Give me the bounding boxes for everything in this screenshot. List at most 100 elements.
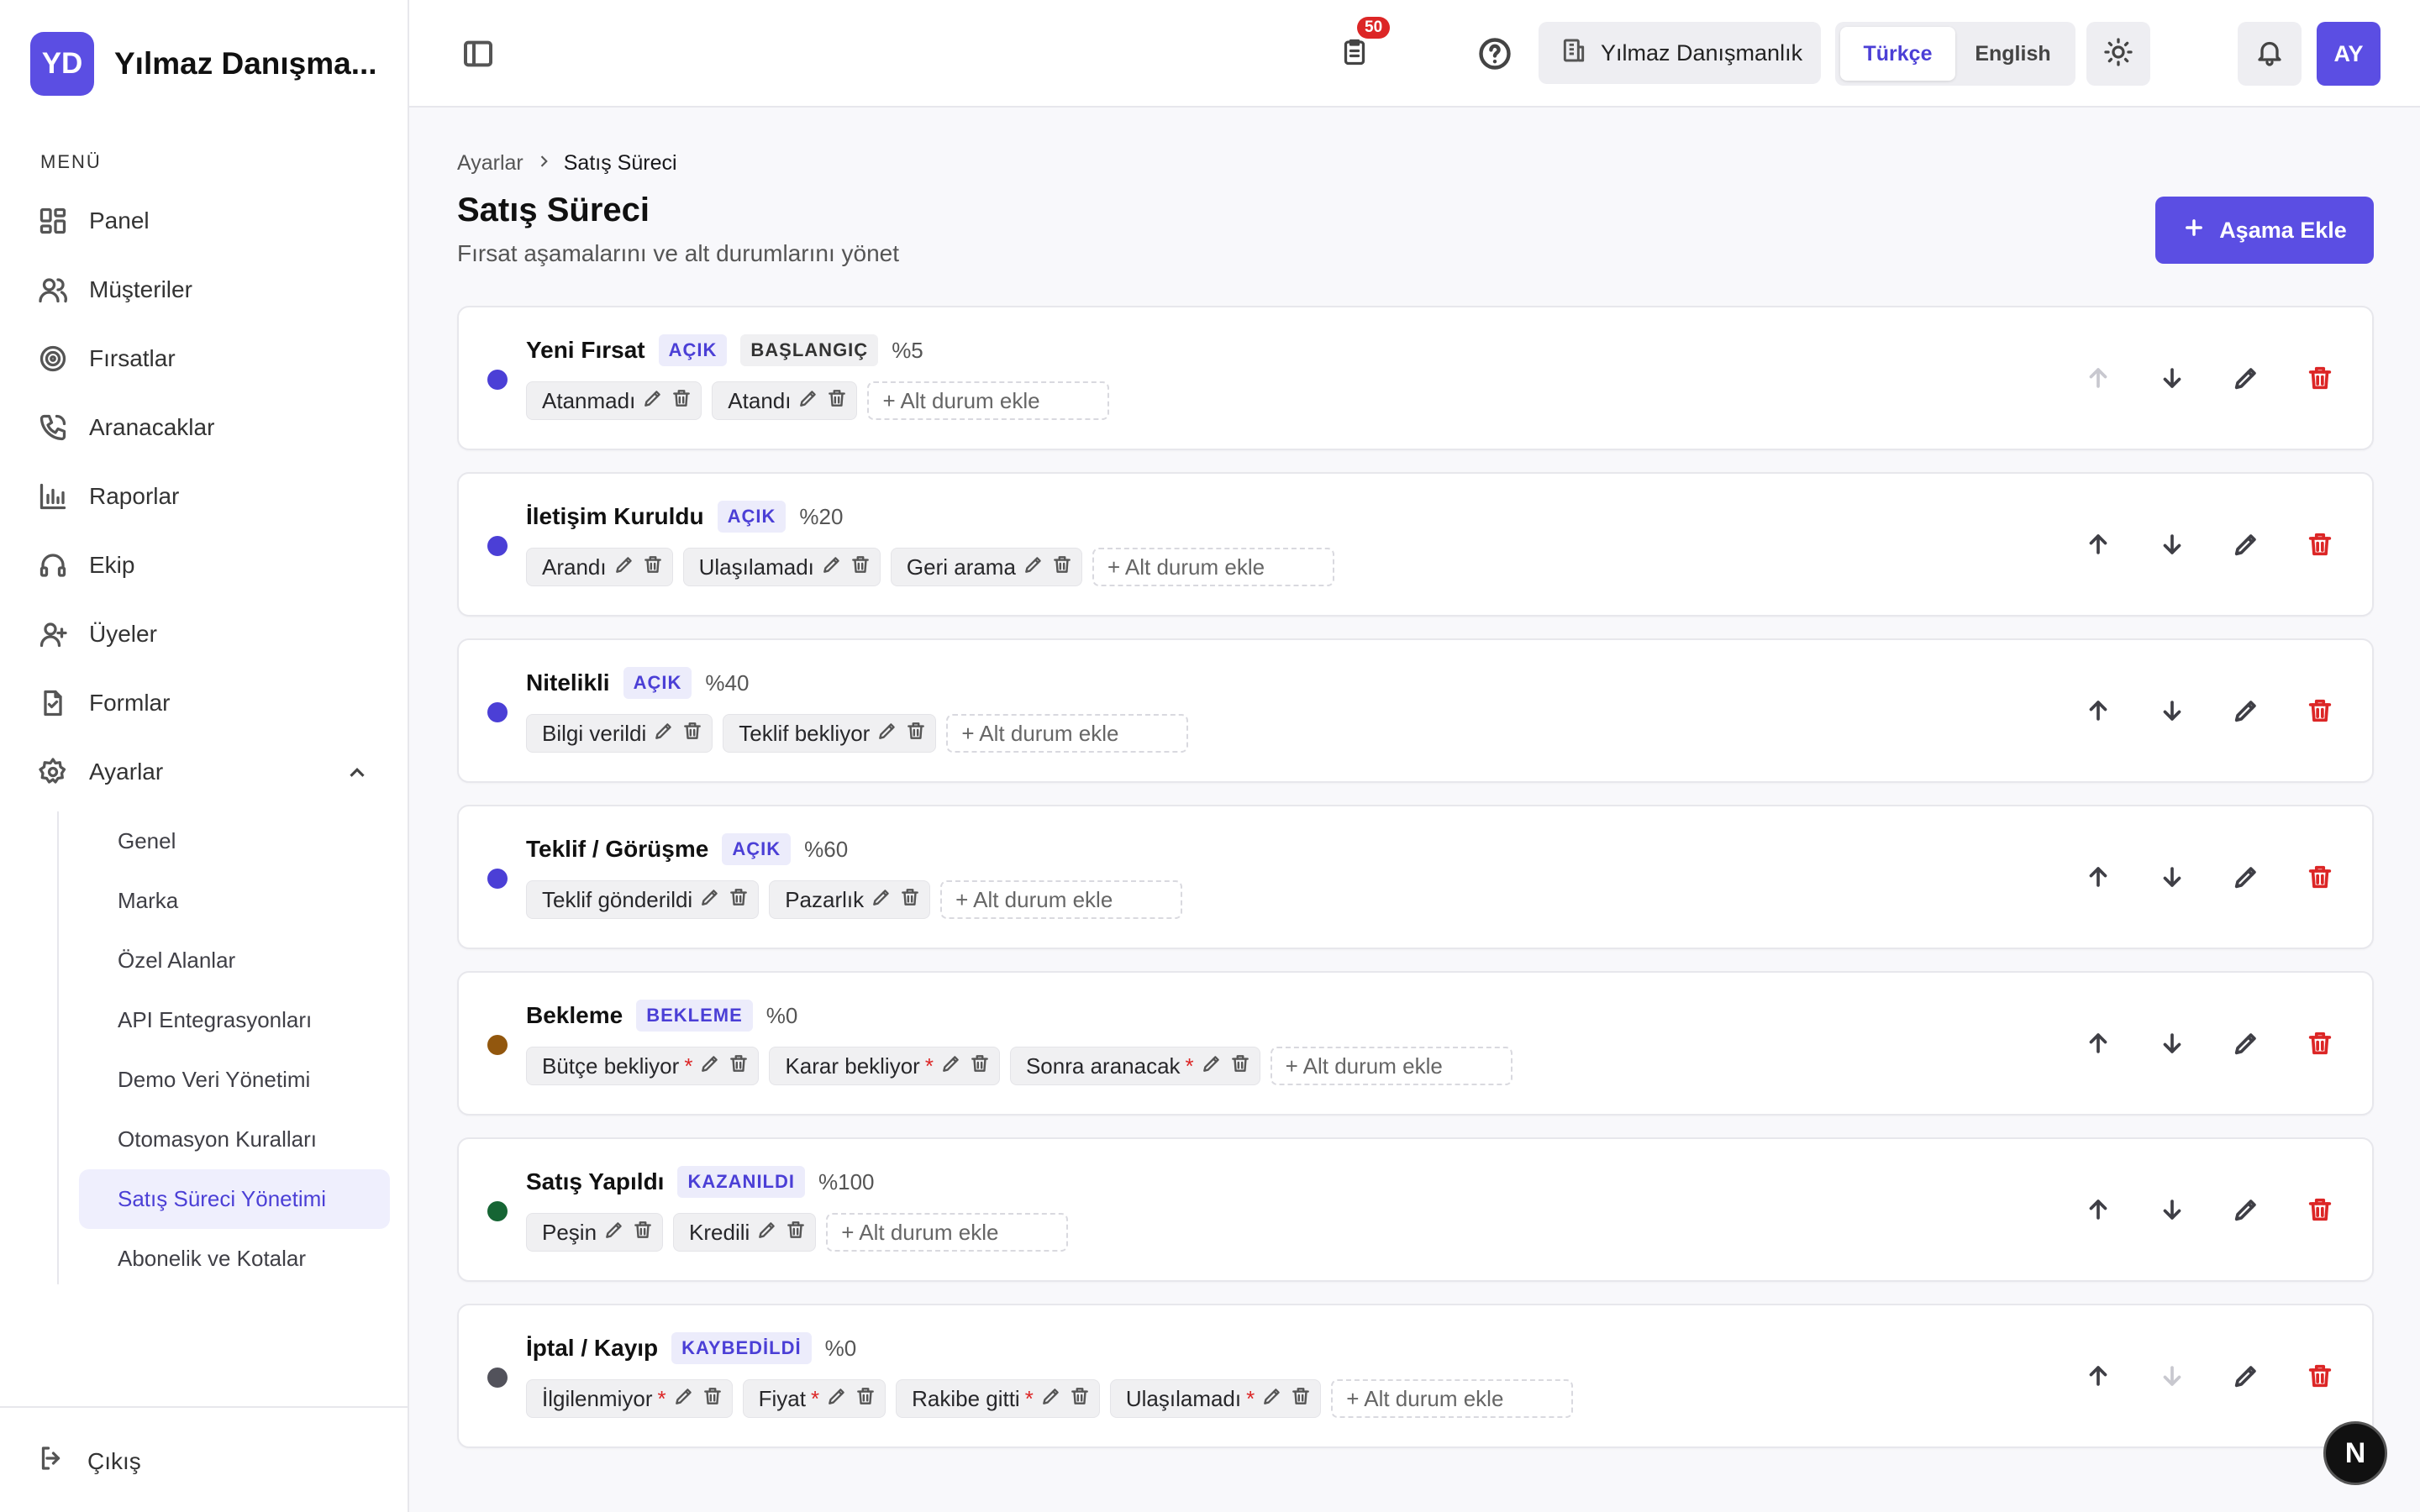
pencil-icon[interactable] xyxy=(603,1219,625,1247)
trash-icon[interactable] xyxy=(728,886,750,914)
logout-button[interactable]: Çıkış xyxy=(37,1443,141,1479)
settings-subitem[interactable]: Genel xyxy=(79,811,390,871)
trash-icon[interactable] xyxy=(1051,554,1073,581)
trash-icon[interactable] xyxy=(702,1385,723,1413)
trash-icon[interactable] xyxy=(850,554,871,581)
settings-subitem[interactable]: Özel Alanlar xyxy=(79,931,390,990)
trash-icon[interactable] xyxy=(785,1219,807,1247)
breadcrumb-parent[interactable]: Ayarlar xyxy=(457,151,523,176)
edit-stage-icon[interactable] xyxy=(2229,860,2263,894)
pencil-icon[interactable] xyxy=(699,1053,721,1080)
sidebar-item-8[interactable]: Formlar xyxy=(37,669,381,738)
settings-subitem[interactable]: Marka xyxy=(79,871,390,931)
delete-stage-icon[interactable] xyxy=(2303,528,2337,561)
floating-n-button[interactable]: N xyxy=(2323,1421,2387,1485)
trash-icon[interactable] xyxy=(855,1385,876,1413)
arrow-down-icon[interactable] xyxy=(2155,694,2189,727)
trash-icon[interactable] xyxy=(1290,1385,1312,1413)
chevron-up-icon[interactable] xyxy=(345,760,370,791)
delete-stage-icon[interactable] xyxy=(2303,1193,2337,1226)
settings-subitem[interactable]: Abonelik ve Kotalar xyxy=(79,1229,390,1289)
settings-subitem[interactable]: API Entegrasyonları xyxy=(79,990,390,1050)
delete-stage-icon[interactable] xyxy=(2303,1026,2337,1060)
sidebar-item-1[interactable]: Panel xyxy=(37,186,381,255)
add-substatus-input[interactable]: + Alt durum ekle xyxy=(867,381,1110,420)
arrow-up-icon[interactable] xyxy=(2081,1359,2115,1393)
arrow-up-icon[interactable] xyxy=(2081,528,2115,561)
pencil-icon[interactable] xyxy=(797,387,819,415)
trash-icon[interactable] xyxy=(826,387,848,415)
sidebar-item-4[interactable]: Aranacaklar xyxy=(37,393,381,462)
lang-tr-button[interactable]: Türkçe xyxy=(1840,27,1955,81)
trash-icon[interactable] xyxy=(899,886,921,914)
add-substatus-input[interactable]: + Alt durum ekle xyxy=(826,1213,1069,1252)
trash-icon[interactable] xyxy=(905,720,927,748)
sidebar-item-6[interactable]: Ekip xyxy=(37,531,381,600)
lang-en-button[interactable]: English xyxy=(1955,27,2070,81)
arrow-up-icon[interactable] xyxy=(2081,860,2115,894)
edit-stage-icon[interactable] xyxy=(2229,694,2263,727)
edit-stage-icon[interactable] xyxy=(2229,361,2263,395)
settings-subitem[interactable]: Demo Veri Yönetimi xyxy=(79,1050,390,1110)
sidebar-toggle-icon[interactable] xyxy=(461,37,495,71)
pencil-icon[interactable] xyxy=(1201,1053,1223,1080)
pencil-icon[interactable] xyxy=(821,554,843,581)
add-stage-button[interactable]: Aşama Ekle xyxy=(2155,197,2374,264)
delete-stage-icon[interactable] xyxy=(2303,361,2337,395)
add-substatus-input[interactable]: + Alt durum ekle xyxy=(1331,1379,1574,1418)
pencil-icon[interactable] xyxy=(699,886,721,914)
arrow-up-icon[interactable] xyxy=(2081,694,2115,727)
arrow-up-icon[interactable] xyxy=(2081,1026,2115,1060)
delete-stage-icon[interactable] xyxy=(2303,860,2337,894)
trash-icon[interactable] xyxy=(671,387,692,415)
pencil-icon[interactable] xyxy=(876,720,898,748)
trash-icon[interactable] xyxy=(969,1053,991,1080)
help-icon[interactable] xyxy=(1476,35,1513,72)
theme-toggle-button[interactable] xyxy=(2086,22,2150,86)
pencil-icon[interactable] xyxy=(673,1385,695,1413)
trash-icon[interactable] xyxy=(1069,1385,1091,1413)
organization-button[interactable]: Yılmaz Danışmanlık xyxy=(1539,22,1821,84)
add-substatus-input[interactable]: + Alt durum ekle xyxy=(1092,548,1334,586)
pencil-icon[interactable] xyxy=(642,387,664,415)
arrow-up-icon[interactable] xyxy=(2081,361,2115,395)
trash-icon[interactable] xyxy=(642,554,664,581)
sidebar-item-3[interactable]: Fırsatlar xyxy=(37,324,381,393)
trash-icon[interactable] xyxy=(681,720,703,748)
settings-subitem[interactable]: Otomasyon Kuralları xyxy=(79,1110,390,1169)
edit-stage-icon[interactable] xyxy=(2229,1026,2263,1060)
pencil-icon[interactable] xyxy=(613,554,635,581)
arrow-down-icon[interactable] xyxy=(2155,860,2189,894)
edit-stage-icon[interactable] xyxy=(2229,1193,2263,1226)
sidebar-item-5[interactable]: Raporlar xyxy=(37,462,381,531)
edit-stage-icon[interactable] xyxy=(2229,1359,2263,1393)
arrow-down-icon[interactable] xyxy=(2155,1359,2189,1393)
pencil-icon[interactable] xyxy=(756,1219,778,1247)
trash-icon[interactable] xyxy=(1229,1053,1251,1080)
arrow-down-icon[interactable] xyxy=(2155,528,2189,561)
arrow-down-icon[interactable] xyxy=(2155,361,2189,395)
arrow-up-icon[interactable] xyxy=(2081,1193,2115,1226)
trash-icon[interactable] xyxy=(632,1219,654,1247)
delete-stage-icon[interactable] xyxy=(2303,694,2337,727)
pencil-icon[interactable] xyxy=(1023,554,1044,581)
add-substatus-input[interactable]: + Alt durum ekle xyxy=(940,880,1183,919)
arrow-down-icon[interactable] xyxy=(2155,1026,2189,1060)
pencil-icon[interactable] xyxy=(1261,1385,1283,1413)
sidebar-item-2[interactable]: Müşteriler xyxy=(37,255,381,324)
sidebar-item-9[interactable]: Ayarlar xyxy=(37,738,381,806)
trash-icon[interactable] xyxy=(728,1053,750,1080)
arrow-down-icon[interactable] xyxy=(2155,1193,2189,1226)
pencil-icon[interactable] xyxy=(871,886,892,914)
settings-subitem[interactable]: Satış Süreci Yönetimi xyxy=(79,1169,390,1229)
pencil-icon[interactable] xyxy=(826,1385,848,1413)
sidebar-item-7[interactable]: Üyeler xyxy=(37,600,381,669)
pencil-icon[interactable] xyxy=(1040,1385,1062,1413)
pencil-icon[interactable] xyxy=(940,1053,962,1080)
add-substatus-input[interactable]: + Alt durum ekle xyxy=(1270,1047,1512,1085)
pencil-icon[interactable] xyxy=(653,720,675,748)
brand[interactable]: YD Yılmaz Danışma... xyxy=(30,32,392,96)
avatar[interactable]: AY xyxy=(2317,22,2381,86)
add-substatus-input[interactable]: + Alt durum ekle xyxy=(946,714,1189,753)
edit-stage-icon[interactable] xyxy=(2229,528,2263,561)
